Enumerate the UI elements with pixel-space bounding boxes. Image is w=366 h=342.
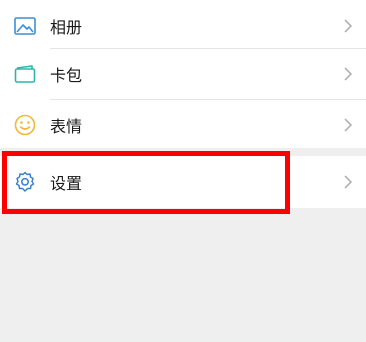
chevron-right-icon: [342, 66, 354, 82]
menu-item-label: 相册: [50, 18, 83, 37]
chevron-right-icon: [342, 174, 354, 190]
menu-item-stickers[interactable]: 表情: [0, 99, 366, 151]
chevron-right-icon: [342, 18, 354, 34]
menu-group-top: 相册 卡包 表情: [0, 0, 366, 148]
highlight-annotation-box: [2, 151, 290, 214]
menu-item-cards[interactable]: 卡包: [0, 48, 366, 100]
smiley-icon: [13, 113, 37, 137]
menu-item-label: 卡包: [50, 66, 83, 85]
image-icon: [13, 14, 37, 38]
menu-item-album[interactable]: 相册: [0, 0, 366, 52]
wechat-me-screen: 相册 卡包 表情 设置: [0, 0, 366, 342]
card-wallet-icon: [13, 62, 37, 86]
chevron-right-icon: [342, 117, 354, 133]
menu-item-label: 表情: [50, 117, 83, 136]
